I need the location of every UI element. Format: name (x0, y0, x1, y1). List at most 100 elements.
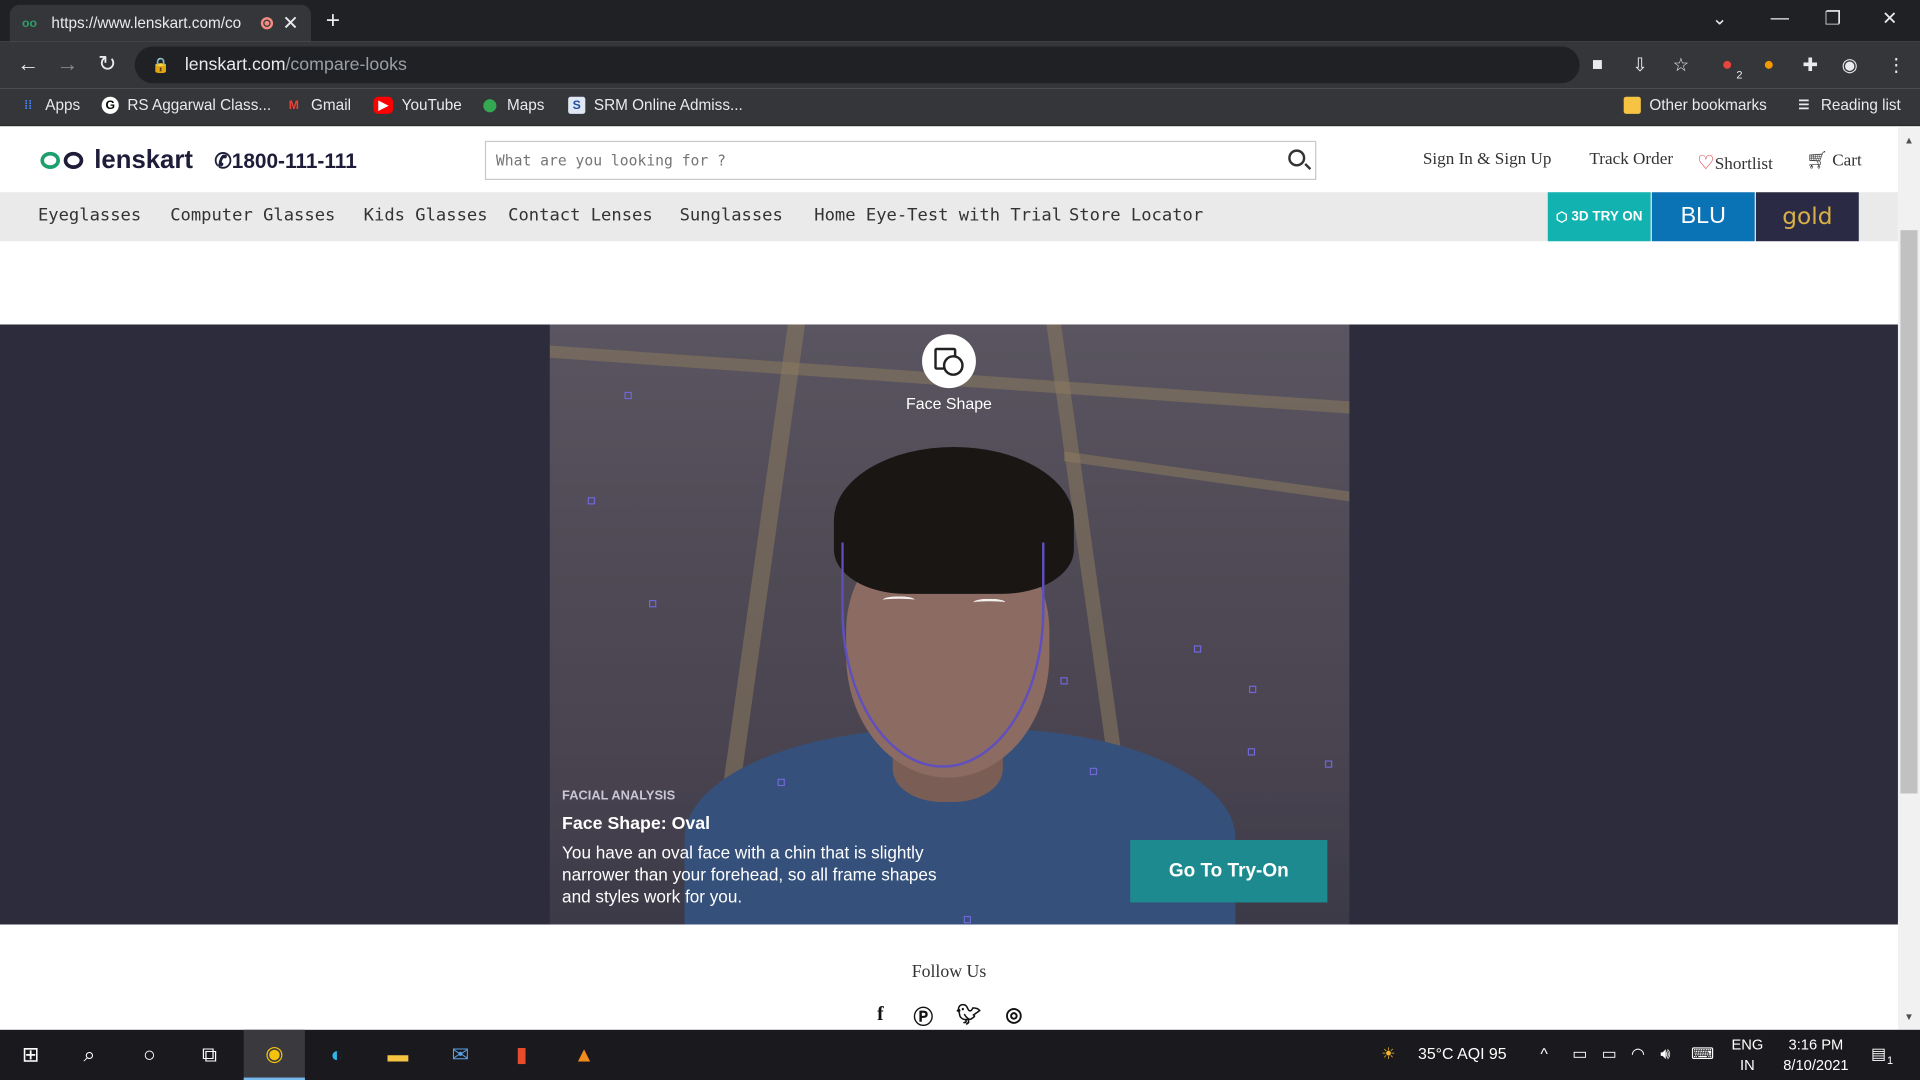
reload-icon[interactable]: ↻ (98, 51, 116, 77)
lang-primary: ENG (1731, 1035, 1764, 1054)
nav-computer-glasses[interactable]: Computer Glasses (170, 206, 335, 226)
cortana-icon[interactable]: ○ (119, 1030, 180, 1080)
nav-store-locator[interactable]: Store Locator (1069, 206, 1203, 226)
task-view-icon[interactable]: ⧉ (179, 1030, 240, 1080)
bookmark-srm[interactable]: S SRM Online Admiss... (568, 96, 743, 114)
close-window-icon[interactable]: ✕ (1882, 7, 1897, 30)
bookmark-gmail[interactable]: M Gmail (285, 97, 351, 114)
bookmark-youtube[interactable]: ▶ YouTube (373, 96, 462, 114)
tray-device-icon[interactable]: ▭ (1572, 1044, 1587, 1064)
bookmark-rs-aggarwal[interactable]: G RS Aggarwal Class... (101, 96, 271, 114)
nav-eyeglasses[interactable]: Eyeglasses (38, 206, 141, 226)
scrollbar-thumb[interactable] (1900, 230, 1918, 794)
bookmark-apps[interactable]: ⁞⁞ Apps (20, 97, 80, 114)
search-taskbar-icon[interactable]: ⌕ (59, 1030, 120, 1080)
restore-icon[interactable]: ❐ (1825, 7, 1841, 30)
other-bookmarks[interactable]: Other bookmarks (1623, 96, 1767, 114)
extension-badge-count: 2 (1736, 68, 1743, 81)
bookmarks-bar: ⁞⁞ Apps G RS Aggarwal Class... M Gmail ▶… (0, 88, 1920, 127)
weather-text[interactable]: 35°C AQI 95 (1418, 1044, 1507, 1062)
install-icon[interactable]: ⇩ (1632, 54, 1647, 76)
forward-icon[interactable]: → (56, 51, 78, 77)
apps-grid-icon: ⁞⁞ (24, 98, 33, 113)
extension-badge-icon[interactable]: ● (1722, 54, 1733, 75)
follow-us-heading: Follow Us (911, 962, 987, 983)
taskbar-clock[interactable]: 3:16 PM 8/10/2021 (1776, 1035, 1857, 1077)
minimize-icon[interactable]: — (1771, 7, 1789, 28)
track-order-link[interactable]: Track Order (1589, 151, 1673, 171)
address-bar[interactable]: 🔒 lenskart.com/compare-looks (134, 46, 1580, 84)
bookmark-star-icon[interactable]: ☆ (1673, 54, 1689, 76)
pinterest-icon[interactable]: Ⓟ (910, 1002, 937, 1029)
phone-text: 1800-111-111 (231, 149, 357, 173)
phone-number[interactable]: ✆1800-111-111 (214, 149, 357, 173)
bookmark-maps[interactable]: ⬤ Maps (481, 97, 544, 114)
clock-time: 3:16 PM (1788, 1035, 1844, 1054)
extension-icon[interactable]: ● (1763, 54, 1774, 75)
nav-home-eye-test[interactable]: Home Eye-Test with Trial (814, 206, 1062, 226)
nav-sunglasses[interactable]: Sunglasses (680, 206, 783, 226)
camera-icon[interactable]: ■ (1592, 54, 1603, 75)
shortlist-link[interactable]: ♡Shortlist (1697, 151, 1773, 175)
maps-pin-icon: ⬤ (482, 98, 497, 113)
new-tab-button[interactable]: + (326, 7, 340, 35)
battery-icon[interactable]: ▭ (1602, 1044, 1617, 1064)
page-content: lenskart ✆1800-111-111 Sign In & Sign Up… (0, 127, 1898, 1030)
srm-icon: S (568, 96, 586, 114)
wifi-icon[interactable]: ◠ (1631, 1044, 1645, 1064)
logo-text: lenskart (94, 145, 193, 174)
nav-contact-lenses[interactable]: Contact Lenses (508, 206, 653, 226)
browser-tab[interactable]: oo https://www.lenskart.com/co ✕ (9, 4, 312, 42)
search-input[interactable] (486, 142, 1258, 179)
close-tab-icon[interactable]: ✕ (282, 11, 298, 35)
promo-3d-label: 3D TRY ON (1571, 209, 1643, 225)
back-icon[interactable]: ← (17, 51, 39, 77)
heart-icon: ♡ (1697, 153, 1715, 174)
sign-in-link[interactable]: Sign In & Sign Up (1423, 151, 1552, 171)
profile-avatar-icon[interactable]: ◉ (1842, 54, 1858, 76)
file-explorer-icon[interactable]: ▬ (367, 1030, 428, 1080)
windows-start-icon[interactable]: ⊞ (0, 1030, 61, 1080)
extensions-puzzle-icon[interactable]: ✚ (1802, 54, 1817, 76)
reading-list[interactable]: ☰ Reading list (1795, 97, 1901, 114)
browser-toolbar: ← → ↻ 🔒 lenskart.com/compare-looks ■ ⇩ ☆… (0, 41, 1920, 89)
tray-chevron-icon[interactable]: ^ (1540, 1044, 1547, 1062)
cart-link[interactable]: 🛒︎ Cart (1806, 151, 1862, 172)
scroll-up-icon[interactable]: ▲ (1904, 135, 1914, 146)
scroll-down-icon[interactable]: ▼ (1904, 1011, 1914, 1022)
vlc-icon[interactable]: ▲ (553, 1030, 614, 1080)
shortlist-label: Shortlist (1714, 155, 1773, 174)
twitter-icon[interactable]: 🐦︎ (955, 1002, 982, 1029)
menu-icon[interactable]: ⋮ (1887, 54, 1905, 76)
notification-count: 1 (1886, 1054, 1894, 1067)
language-indicator[interactable]: ENG IN (1731, 1035, 1763, 1077)
keyboard-icon[interactable]: ⌨ (1691, 1044, 1714, 1064)
edge-taskbar-icon[interactable]: ◐ (306, 1030, 367, 1080)
landmark-point (648, 600, 657, 608)
tab-title: https://www.lenskart.com/co (51, 14, 242, 32)
go-to-try-on-button[interactable]: Go To Try-On (1130, 840, 1328, 903)
nav-kids-glasses[interactable]: Kids Glasses (364, 206, 488, 226)
promo-blu[interactable]: BLU (1651, 192, 1755, 242)
chrome-taskbar-icon[interactable]: ◉ (243, 1029, 305, 1080)
search-icon[interactable] (1288, 149, 1306, 167)
mail-icon[interactable]: ✉ (430, 1030, 491, 1080)
page-scrollbar[interactable]: ▲ ▼ (1897, 127, 1920, 1030)
search-box (484, 140, 1317, 181)
instagram-icon[interactable]: ◎ (1000, 1002, 1027, 1029)
face-shape-icon[interactable] (922, 334, 976, 389)
lenskart-logo[interactable]: lenskart (40, 146, 193, 175)
office-icon[interactable]: ▮ (491, 1030, 552, 1080)
camera-feed: Face Shape FACIAL ANALYSIS Face Shape: O… (549, 324, 1350, 925)
volume-icon[interactable]: 🔊︎ (1660, 1044, 1670, 1064)
landmark-point (1089, 767, 1098, 776)
tab-search-icon[interactable]: ⌄ (1712, 7, 1727, 30)
promo-gold[interactable]: gold (1755, 192, 1859, 242)
notification-icon[interactable]: ▤ (1871, 1044, 1886, 1064)
landmark-point (1248, 685, 1257, 694)
bookmark-label: Maps (506, 96, 545, 114)
promo-3d-try-on[interactable]: ⬡ 3D TRY ON (1547, 192, 1651, 242)
facebook-icon[interactable]: f (867, 1002, 894, 1029)
gmail-icon: M (288, 98, 299, 113)
analysis-title: Face Shape: Oval (562, 814, 711, 834)
